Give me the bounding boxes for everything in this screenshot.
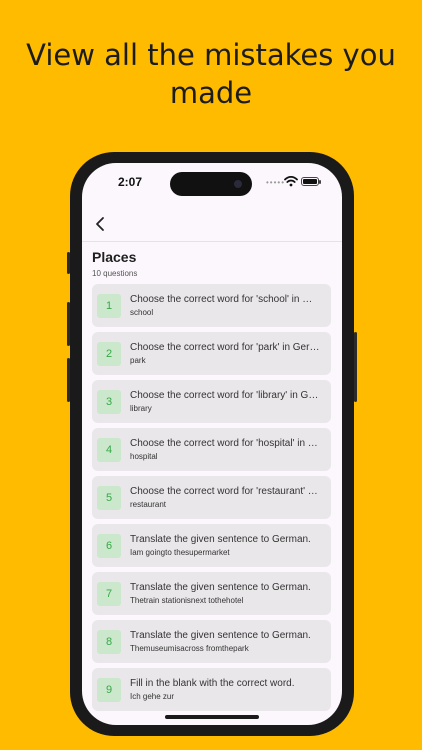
question-text: Choose the correct word for 'school' in … — [130, 294, 320, 305]
promo-headline-line2: made — [169, 76, 253, 110]
question-text: Choose the correct word for 'hospital' i… — [130, 438, 320, 449]
question-item[interactable]: 3 Choose the correct word for 'library' … — [92, 380, 331, 423]
status-time: 2:07 — [118, 175, 143, 189]
side-button-volume-down — [67, 358, 70, 402]
question-text: Choose the correct word for 'restaurant'… — [130, 486, 320, 497]
question-text: Translate the given sentence to German. — [130, 630, 311, 641]
battery-icon — [301, 177, 321, 186]
answer-text: Thetrain stationisnext tothehotel — [130, 596, 244, 605]
question-item[interactable]: 2 Choose the correct word for 'park' in … — [92, 332, 331, 375]
question-text: Choose the correct word for 'park' in Ge… — [130, 342, 320, 353]
question-number-badge: 1 — [97, 294, 121, 318]
question-text: Translate the given sentence to German. — [130, 534, 311, 545]
app-screen: 2:07 ••••• Places 10 questions 1 Choose … — [82, 163, 342, 725]
back-button[interactable] — [92, 215, 110, 233]
question-item[interactable]: 9 Fill in the blank with the correct wor… — [92, 668, 331, 711]
question-number-badge: 2 — [97, 342, 121, 366]
answer-text: Themuseumisacross fromthepark — [130, 644, 249, 653]
page-title: Places — [92, 249, 137, 265]
question-item[interactable]: 7 Translate the given sentence to German… — [92, 572, 331, 615]
side-button-volume-up — [67, 302, 70, 346]
signal-icon: ••••• — [266, 178, 286, 187]
question-text: Translate the given sentence to German. — [130, 582, 311, 593]
side-button-mute — [67, 252, 70, 274]
answer-text: Ich gehe zur — [130, 692, 175, 701]
question-text: Choose the correct word for 'library' in… — [130, 390, 320, 401]
promo-headline: View all the mistakes you made — [0, 36, 422, 112]
mistakes-list: 1 Choose the correct word for 'school' i… — [92, 284, 331, 716]
question-item[interactable]: 6 Translate the given sentence to German… — [92, 524, 331, 567]
question-text: Fill in the blank with the correct word. — [130, 678, 295, 689]
question-item[interactable]: 4 Choose the correct word for 'hospital'… — [92, 428, 331, 471]
phone-frame: 2:07 ••••• Places 10 questions 1 Choose … — [67, 152, 357, 736]
promo-headline-line1: View all the mistakes you — [26, 38, 396, 72]
question-item[interactable]: 1 Choose the correct word for 'school' i… — [92, 284, 331, 327]
camera-icon — [234, 180, 242, 188]
question-number-badge: 9 — [97, 678, 121, 702]
question-number-badge: 8 — [97, 630, 121, 654]
question-count: 10 questions — [92, 269, 138, 278]
question-number-badge: 6 — [97, 534, 121, 558]
answer-text: library — [130, 404, 152, 413]
answer-text: restaurant — [130, 500, 167, 509]
status-bar: 2:07 ••••• — [82, 163, 342, 203]
wifi-icon — [284, 175, 298, 187]
question-item[interactable]: 5 Choose the correct word for 'restauran… — [92, 476, 331, 519]
dynamic-island — [170, 172, 252, 196]
question-number-badge: 5 — [97, 486, 121, 510]
answer-text: hospital — [130, 452, 158, 461]
answer-text: school — [130, 308, 154, 317]
answer-text: park — [130, 356, 146, 365]
question-number-badge: 3 — [97, 390, 121, 414]
question-number-badge: 7 — [97, 582, 121, 606]
question-item[interactable]: 8 Translate the given sentence to German… — [92, 620, 331, 663]
home-indicator[interactable] — [165, 715, 259, 719]
header-divider — [82, 241, 342, 242]
side-button-power — [354, 332, 357, 402]
question-number-badge: 4 — [97, 438, 121, 462]
answer-text: Iam goingto thesupermarket — [130, 548, 230, 557]
